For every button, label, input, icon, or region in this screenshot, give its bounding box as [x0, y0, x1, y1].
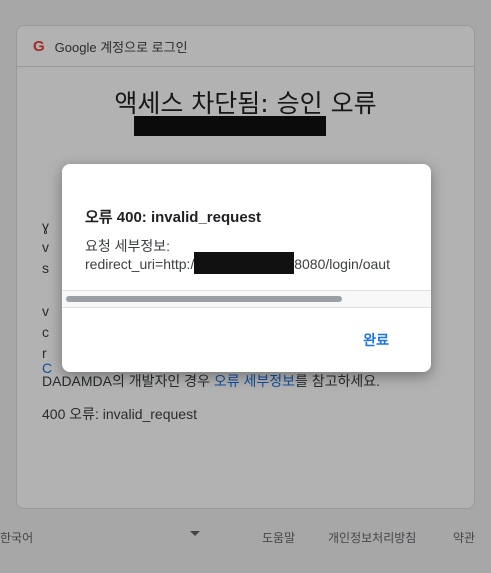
scrollbar-thumb[interactable]: [66, 296, 342, 302]
done-button[interactable]: 완료: [363, 330, 389, 350]
request-details-label: 요청 세부정보:: [85, 238, 171, 254]
redirect-uri-suffix: 8080/login/oaut: [294, 256, 390, 272]
dialog-title: 오류 400: invalid_request: [85, 209, 261, 226]
error-dialog: 오류 400: invalid_request 요청 세부정보: redirec…: [62, 164, 431, 372]
redirect-uri-prefix: redirect_uri=http://: [85, 256, 199, 272]
redacted-host: [194, 252, 295, 275]
horizontal-scrollbar[interactable]: [62, 290, 431, 308]
redirect-uri-text: redirect_uri=http:// 8080/login/oaut: [85, 252, 390, 275]
